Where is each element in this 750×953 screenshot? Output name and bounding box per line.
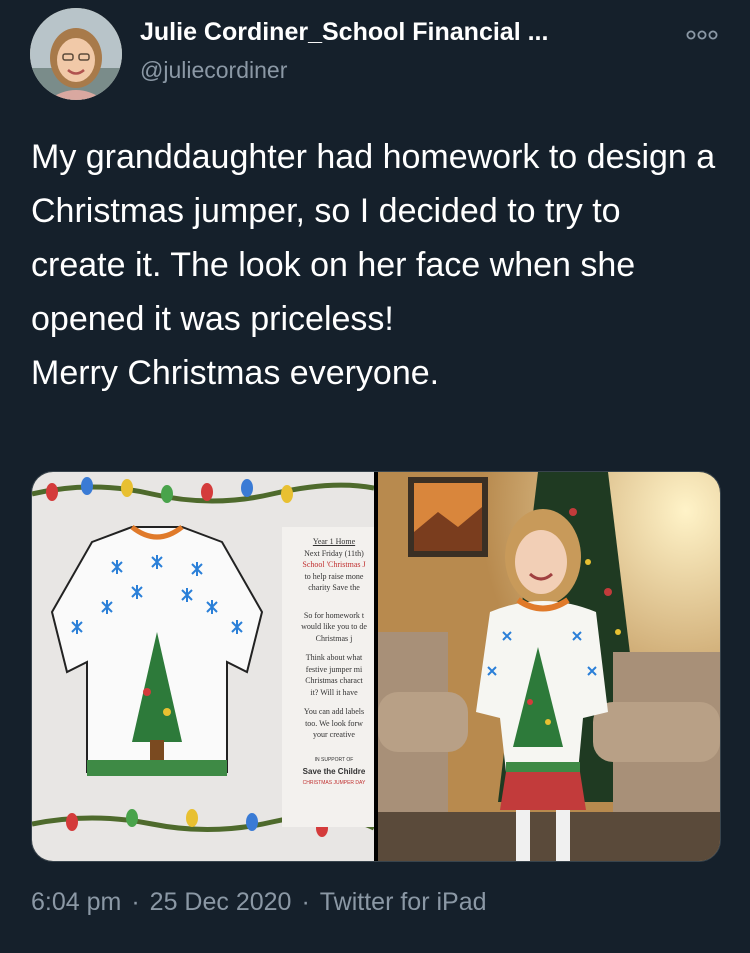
meta-separator: · [131,888,140,916]
worksheet-line: Christmas j [315,633,353,643]
tweet-meta: 6:04 pm · 25 Dec 2020 · Twitter for iPad [31,888,487,917]
worksheet-charity-sub: CHRISTMAS JUMPER DAY [302,779,366,786]
photo-child-in-jumper[interactable] [378,472,720,861]
worksheet-line: it? Will it have [310,687,358,697]
more-options-button[interactable] [684,24,720,46]
worksheet-line: Christmas charact [305,676,363,685]
tweet-source[interactable]: Twitter for iPad [320,888,487,917]
worksheet-line: So for homework t [303,610,365,620]
photo-homework-sheet[interactable]: Year 1 Home Next Friday (11th) School 'C… [32,472,376,861]
avatar[interactable] [30,8,122,100]
worksheet-line: You can add labels [303,707,365,716]
meta-separator: · [301,888,310,916]
tweet-date[interactable]: 25 Dec 2020 [150,888,292,917]
tweet-text: My granddaughter had homework to design … [31,138,716,392]
worksheet-line: School 'Christmas J [302,560,366,569]
worksheet-line: too. We look forw [305,718,363,728]
worksheet-line: your creative [313,730,355,739]
worksheet-line: would like you to de [301,622,367,631]
user-handle[interactable]: @juliecordiner [140,57,287,84]
worksheet-line: Next Friday (11th) [304,548,364,558]
tweet-time[interactable]: 6:04 pm [31,888,121,917]
more-horizontal-icon [686,30,718,40]
worksheet-line: Think about what [305,653,363,662]
display-name[interactable]: Julie Cordiner_School Financial ... [140,18,660,47]
worksheet-line: festive jumper mi [305,664,363,674]
tweet-header: Julie Cordiner_School Financial ... @jul… [0,0,750,110]
worksheet-charity-label: Save the Childre [302,767,366,776]
worksheet-line: charity Save the [308,583,360,592]
media-grid: Year 1 Home Next Friday (11th) School 'C… [31,471,721,862]
worksheet-line: to help raise mone [304,571,364,581]
worksheet-heading: Year 1 Home [312,537,356,546]
worksheet-support-label: IN SUPPORT OF [314,756,354,763]
